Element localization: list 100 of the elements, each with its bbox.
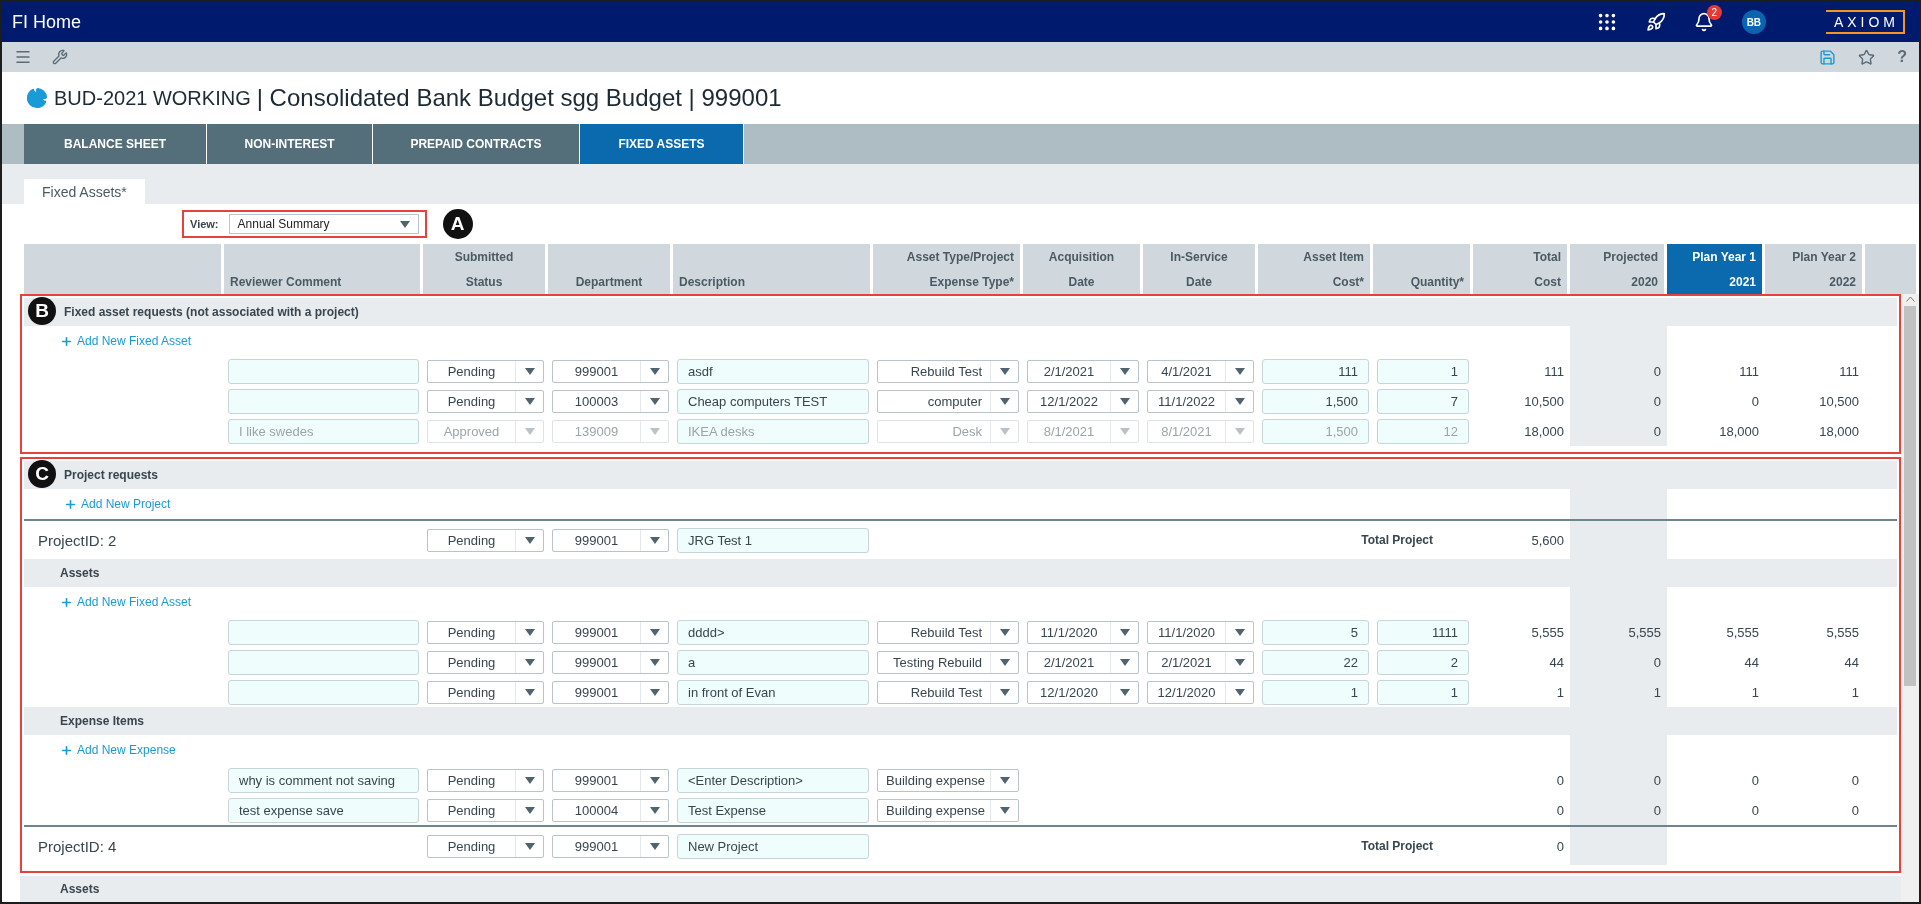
text-field[interactable]: Cheap computers TEST <box>677 388 869 414</box>
star-icon[interactable] <box>1858 48 1876 66</box>
text-field[interactable]: 1 <box>1262 679 1369 705</box>
dropdown[interactable]: 12/1/2022 <box>1027 389 1139 413</box>
text-field[interactable]: dddd> <box>677 619 869 645</box>
text-field[interactable]: 1,500 <box>1262 388 1369 414</box>
save-icon[interactable] <box>1819 48 1837 66</box>
amount: 0 <box>1750 802 1760 818</box>
dropdown[interactable]: 999001 <box>552 359 669 383</box>
dropdown[interactable]: 2/1/2021 <box>1147 650 1254 674</box>
amount: 10,500 <box>1818 393 1860 409</box>
caret-icon <box>524 776 535 784</box>
dropdown[interactable]: 100003 <box>552 389 669 413</box>
text-field[interactable]: asdf <box>677 358 869 384</box>
amount: 1 <box>1850 684 1860 700</box>
caret-icon <box>1234 688 1245 696</box>
text-field[interactable] <box>228 388 419 414</box>
text-field[interactable]: 1111 <box>1377 619 1469 645</box>
rocket-icon[interactable] <box>1645 12 1666 32</box>
dropdown[interactable]: 999001 <box>552 620 669 644</box>
dropdown[interactable]: 4/1/2021 <box>1147 359 1254 383</box>
text-field[interactable] <box>228 358 419 384</box>
text-field[interactable] <box>228 679 419 705</box>
dropdown[interactable]: Rebuild Test <box>877 620 1019 644</box>
wrench-icon[interactable] <box>52 49 68 65</box>
caret-icon <box>524 397 535 405</box>
dropdown[interactable]: Pending <box>427 528 544 552</box>
dropdown[interactable]: 2/1/2021 <box>1027 359 1139 383</box>
dropdown[interactable]: Rebuild Test <box>877 359 1019 383</box>
text-field[interactable]: 5 <box>1262 619 1369 645</box>
caret-icon <box>524 367 535 375</box>
dropdown[interactable]: 100004 <box>552 798 669 822</box>
text-field[interactable]: test expense save <box>228 797 419 823</box>
column-header: Acquisition Date <box>1023 244 1143 294</box>
text-field[interactable]: why is comment not saving <box>228 767 419 793</box>
dropdown[interactable]: computer <box>877 389 1019 413</box>
plus-icon <box>60 595 73 609</box>
dropdown[interactable]: 999001 <box>552 834 669 858</box>
text-field[interactable]: 111 <box>1262 358 1369 384</box>
dropdown[interactable]: 11/1/2020 <box>1147 620 1254 644</box>
dropdown[interactable]: Pending <box>427 650 544 674</box>
dropdown[interactable]: 999001 <box>552 768 669 792</box>
dropdown[interactable]: Pending <box>427 359 544 383</box>
caret-icon <box>999 397 1010 405</box>
tab[interactable]: Fixed Assets* <box>24 179 145 204</box>
dropdown[interactable]: Testing Rebuild <box>877 650 1019 674</box>
text-field[interactable]: 22 <box>1262 649 1369 675</box>
caret-icon <box>399 220 410 228</box>
dropdown[interactable]: Rebuild Test <box>877 680 1019 704</box>
text-field[interactable]: New Project <box>677 833 869 859</box>
dropdown[interactable]: 12/1/2020 <box>1027 680 1139 704</box>
text-field[interactable]: Test Expense <box>677 797 869 823</box>
user-avatar[interactable]: BB <box>1741 10 1766 34</box>
text-field[interactable]: 1 <box>1377 679 1469 705</box>
menu-icon[interactable] <box>14 48 32 66</box>
dropdown[interactable]: Building expense <box>877 798 1019 822</box>
tab[interactable]: NON-INTEREST <box>207 124 373 164</box>
dropdown[interactable]: 2/1/2021 <box>1027 650 1139 674</box>
text-field[interactable]: 2 <box>1377 649 1469 675</box>
dropdown[interactable]: Pending <box>427 389 544 413</box>
text-field[interactable]: in front of Evan <box>677 679 869 705</box>
text-field[interactable] <box>228 649 419 675</box>
text-field[interactable]: JRG Test 1 <box>677 527 869 553</box>
dropdown[interactable]: 999001 <box>552 528 669 552</box>
caret-icon <box>999 658 1010 666</box>
view-dropdown[interactable]: Annual Summary <box>228 214 419 234</box>
caret-icon <box>649 628 660 636</box>
text-field[interactable]: <Enter Description> <box>677 767 869 793</box>
text-field[interactable]: 1 <box>1377 358 1469 384</box>
amount: 0 <box>1750 393 1760 409</box>
view-label: View: <box>190 218 219 230</box>
dropdown[interactable]: Pending <box>427 620 544 644</box>
caret-icon <box>649 806 660 814</box>
dropdown[interactable]: Pending <box>427 768 544 792</box>
dropdown[interactable]: Pending <box>427 798 544 822</box>
notifications-icon[interactable] <box>1693 12 1714 32</box>
dropdown[interactable]: 11/1/2020 <box>1027 620 1139 644</box>
text-field[interactable] <box>228 619 419 645</box>
dropdown[interactable]: 999001 <box>552 650 669 674</box>
dropdown[interactable]: Building expense <box>877 768 1019 792</box>
text-field[interactable]: 7 <box>1377 388 1469 414</box>
column-header: Projected 2020 <box>1570 244 1667 294</box>
dropdown[interactable]: Pending <box>427 680 544 704</box>
text-field[interactable]: a <box>677 649 869 675</box>
tab[interactable]: FIXED ASSETS <box>580 124 744 164</box>
help-icon[interactable]: ? <box>1897 48 1907 66</box>
dropdown[interactable]: 12/1/2020 <box>1147 680 1254 704</box>
tab[interactable]: PREPAID CONTRACTS <box>373 124 580 164</box>
plus-icon <box>64 497 77 511</box>
caret-icon <box>1119 397 1130 405</box>
scroll-up-icon[interactable] <box>1905 296 1915 302</box>
dropdown[interactable]: 999001 <box>552 680 669 704</box>
scrollbar[interactable] <box>1901 294 1919 902</box>
tab[interactable]: BALANCE SHEET <box>24 124 207 164</box>
caret-icon <box>649 776 660 784</box>
caret-icon <box>1119 427 1130 435</box>
dropdown[interactable]: Pending <box>427 834 544 858</box>
column-header: Submitted Status <box>423 244 548 294</box>
dropdown[interactable]: 11/1/2022 <box>1147 389 1254 413</box>
column-header: Asset Type/Project Expense Type* <box>873 244 1023 294</box>
